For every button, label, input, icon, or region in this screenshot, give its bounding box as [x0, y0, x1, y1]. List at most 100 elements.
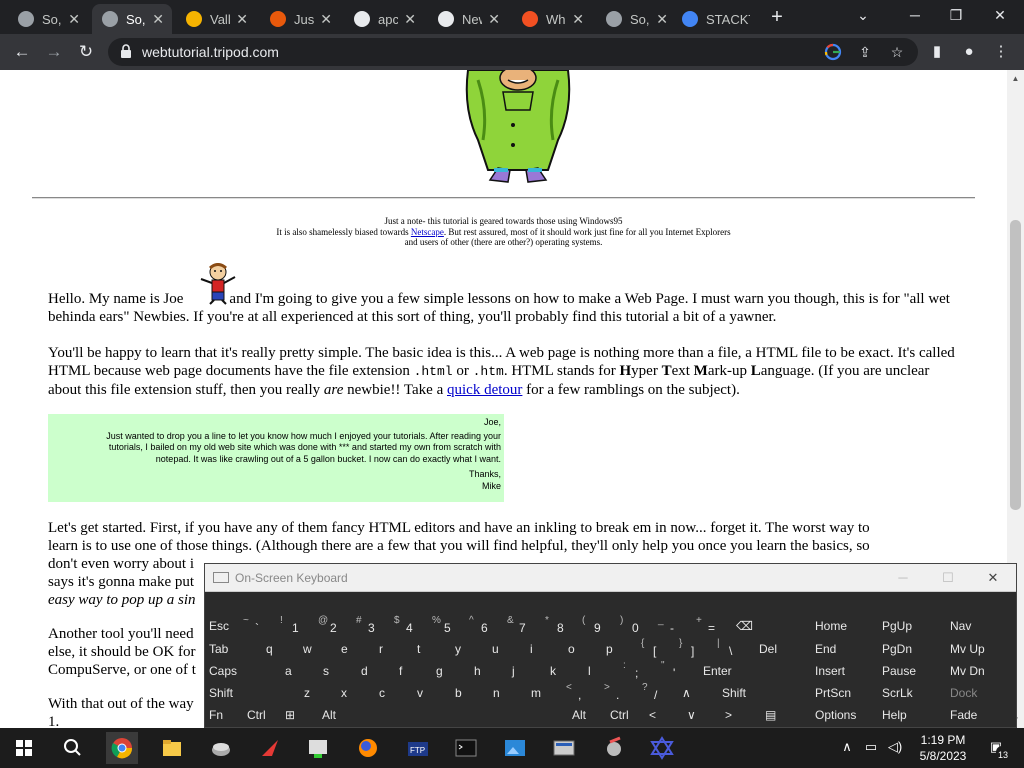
browser-tab[interactable]: Wh ✕ [512, 4, 592, 34]
osk-key[interactable]: ! 1 [278, 615, 314, 636]
app-icon[interactable] [254, 732, 286, 764]
osk-key[interactable]: Caps [205, 660, 279, 681]
osk-key[interactable]: d [357, 660, 393, 681]
osk-key[interactable]: Tab [205, 638, 260, 659]
osk-nav-key[interactable]: Insert [811, 660, 875, 681]
forward-icon[interactable]: → [43, 41, 65, 63]
on-screen-keyboard-window[interactable]: On-Screen Keyboard ─ ☐ ✕ Esc ~ `! 1 @2 #3 $4% 5… [204, 563, 1017, 728]
osk-key[interactable]: | \ [715, 638, 753, 659]
osk-key[interactable]: Esc [205, 615, 239, 636]
new-tab-button[interactable]: + [766, 6, 788, 28]
app-icon[interactable] [352, 732, 384, 764]
volume-icon[interactable]: ◁) [886, 738, 904, 756]
windows-start-icon[interactable] [8, 732, 40, 764]
url-text[interactable]: webtutorial.tripod.com [142, 44, 279, 60]
osk-key[interactable]: p [602, 638, 637, 659]
terminal-icon[interactable] [450, 732, 482, 764]
osk-key[interactable]: ∨ [683, 704, 719, 725]
osk-key[interactable]: o [564, 638, 600, 659]
osk-key[interactable]: z [300, 682, 335, 703]
app-icon[interactable] [205, 732, 237, 764]
osk-key[interactable]: k [546, 660, 582, 681]
osk-key[interactable]: b [451, 682, 487, 703]
tab-close-icon[interactable]: ✕ [152, 11, 164, 28]
osk-nav-key[interactable]: Home [811, 615, 875, 636]
osk-key[interactable]: w [299, 638, 335, 659]
osk-key[interactable]: % 5 [430, 615, 465, 636]
restore-icon[interactable]: ❐ [941, 4, 971, 26]
tab-close-icon[interactable]: ✕ [236, 11, 248, 28]
search-icon[interactable] [56, 732, 88, 764]
side-panel-icon[interactable]: ▮ [927, 42, 947, 62]
osk-key[interactable]: Shift [205, 682, 298, 703]
share-icon[interactable]: ⇪ [856, 43, 874, 61]
browser-tab[interactable]: So, ✕ [596, 4, 676, 34]
osk-nav-key[interactable]: Fade [946, 704, 1012, 725]
osk-key[interactable]: u [488, 638, 524, 659]
osk-key[interactable]: :; [621, 660, 657, 681]
osk-key[interactable]: _ - [656, 615, 692, 636]
osk-key[interactable]: Shift [718, 682, 802, 703]
osk-key[interactable]: q [262, 638, 297, 659]
tab-close-icon[interactable]: ✕ [572, 11, 584, 28]
osk-key[interactable]: s [319, 660, 355, 681]
osk-key[interactable]: }] [677, 638, 713, 659]
osk-key[interactable]: c [375, 682, 411, 703]
system-clock[interactable]: 1:19 PM 5/8/2023 [912, 732, 974, 764]
osk-key[interactable]: t [413, 638, 449, 659]
osk-nav-key[interactable]: Help [878, 704, 942, 725]
osk-key[interactable]: Ctrl [243, 704, 279, 725]
osk-key[interactable]: Alt [568, 704, 604, 725]
osk-key[interactable] [356, 704, 566, 725]
osk-key[interactable]: i [526, 638, 562, 659]
osk-key[interactable]: Alt [318, 704, 354, 725]
osk-key[interactable]: ⌫ [732, 615, 802, 636]
osk-key[interactable]: Ctrl [606, 704, 643, 725]
osk-nav-key[interactable]: PrtScn [811, 682, 875, 703]
browser-tab[interactable]: apc ✕ [344, 4, 424, 34]
osk-key[interactable]: @2 [316, 615, 352, 636]
osk-key[interactable]: & 7 [505, 615, 541, 636]
close-icon[interactable]: ✕ [983, 570, 1003, 586]
osk-key[interactable]: x [337, 682, 373, 703]
notification-icon[interactable]: ▣ 13 [984, 738, 1011, 764]
photos-icon[interactable] [499, 732, 531, 764]
tab-close-icon[interactable]: ✕ [404, 11, 416, 28]
osk-key[interactable]: ▤ [761, 704, 802, 725]
osk-nav-key[interactable]: Nav [946, 615, 1012, 636]
osk-nav-key[interactable]: Dock [946, 682, 1012, 703]
osk-key[interactable]: Enter [699, 660, 802, 681]
netscape-link[interactable]: Netscape [411, 227, 444, 237]
osk-nav-key[interactable]: Pause [878, 660, 942, 681]
maximize-icon[interactable]: ☐ [938, 570, 958, 586]
browser-tab[interactable]: Just ✕ [260, 4, 340, 34]
app-icon[interactable] [646, 732, 678, 764]
bookmark-star-icon[interactable]: ☆ [888, 43, 906, 61]
chevron-up-icon[interactable]: ∧ [838, 738, 856, 756]
osk-key[interactable]: #3 [354, 615, 390, 636]
osk-key[interactable]: ^ 6 [467, 615, 503, 636]
osk-key[interactable]: > [721, 704, 759, 725]
osk-title-bar[interactable]: On-Screen Keyboard ─ ☐ ✕ [205, 564, 1016, 592]
tab-close-icon[interactable]: ✕ [656, 11, 668, 28]
osk-key[interactable]: h [470, 660, 506, 681]
tab-close-icon[interactable]: ✕ [320, 11, 332, 28]
osk-key[interactable]: a [281, 660, 317, 681]
osk-key[interactable]: Fn [205, 704, 241, 725]
osk-key[interactable]: r [375, 638, 411, 659]
osk-key[interactable]: j [508, 660, 544, 681]
browser-tab[interactable]: New ✕ [428, 4, 508, 34]
google-lens-icon[interactable] [824, 43, 842, 61]
osk-key[interactable]: v [413, 682, 449, 703]
chrome-taskbar-icon[interactable] [106, 732, 138, 764]
osk-key[interactable]: ⊞ [281, 704, 316, 725]
tab-close-icon[interactable]: ✕ [68, 11, 80, 28]
lock-icon[interactable] [120, 44, 132, 58]
osk-key[interactable]: ? / [640, 682, 676, 703]
osk-key[interactable]: l [584, 660, 619, 681]
osk-key[interactable]: * 8 [543, 615, 578, 636]
osk-nav-key[interactable]: ScrLk [878, 682, 942, 703]
osk-key[interactable]: ) 0 [618, 615, 654, 636]
osk-key[interactable]: {[ [639, 638, 675, 659]
browser-tab[interactable]: So, ✕ [92, 4, 172, 34]
